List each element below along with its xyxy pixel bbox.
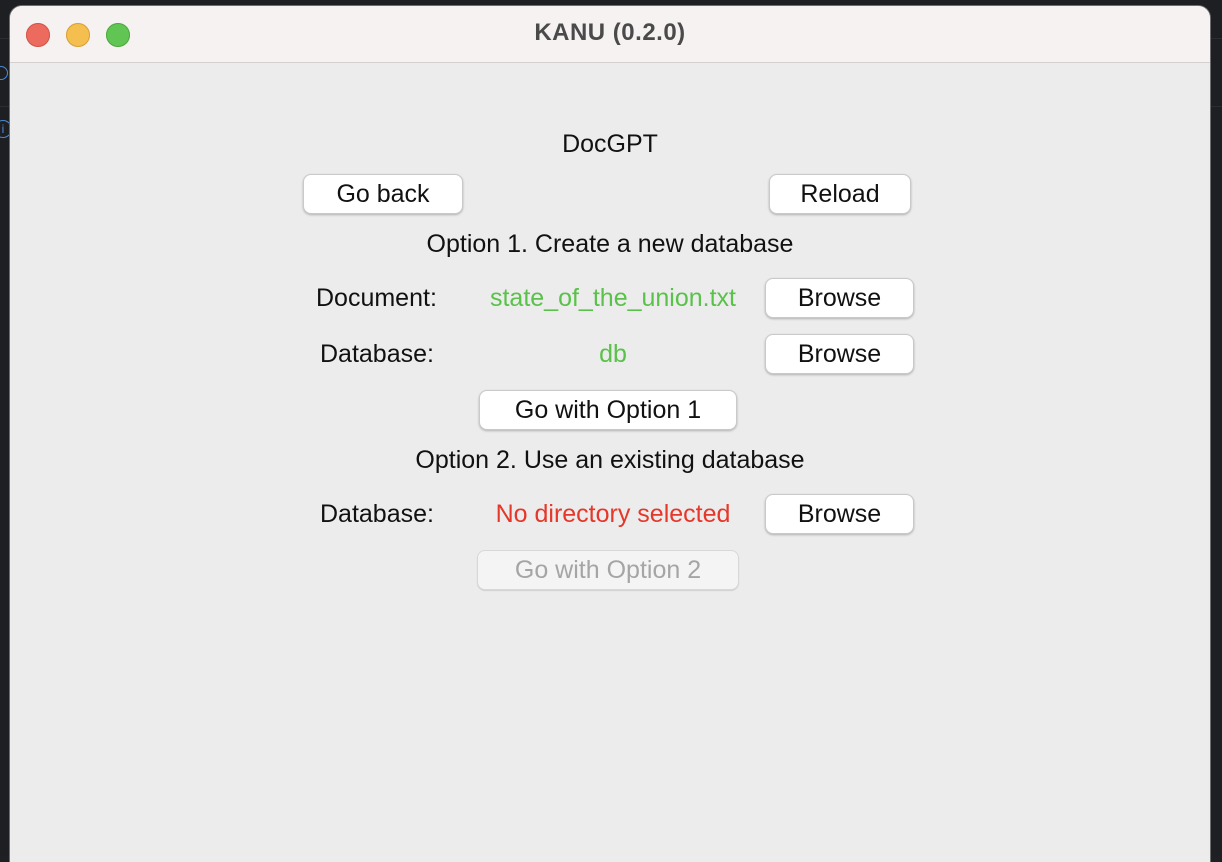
main-content: DocGPT Go back Reload Option 1. Create a… [10,63,1210,862]
browse-existing-database-button[interactable]: Browse [765,494,914,534]
window-title: KANU (0.2.0) [534,19,686,46]
go-with-option1-button[interactable]: Go with Option 1 [479,390,737,430]
existing-database-path: No directory selected [495,500,731,528]
existing-database-label: Database: [320,500,434,528]
go-back-button[interactable]: Go back [303,174,463,214]
go-with-option2-button: Go with Option 2 [477,550,739,590]
database-path: db [599,340,627,368]
title-bar: KANU (0.2.0) [10,6,1210,63]
document-path: state_of_the_union.txt [489,284,737,312]
reload-button[interactable]: Reload [769,174,911,214]
browse-database-button[interactable]: Browse [765,334,914,374]
app-name: DocGPT [562,130,658,158]
option1-heading: Option 1. Create a new database [426,230,794,258]
database-label: Database: [320,340,434,368]
option2-heading: Option 2. Use an existing database [415,446,805,474]
document-label: Document: [316,284,437,312]
browse-document-button[interactable]: Browse [765,278,914,318]
app-window: KANU (0.2.0) DocGPT Go back Reload Optio… [10,6,1210,862]
